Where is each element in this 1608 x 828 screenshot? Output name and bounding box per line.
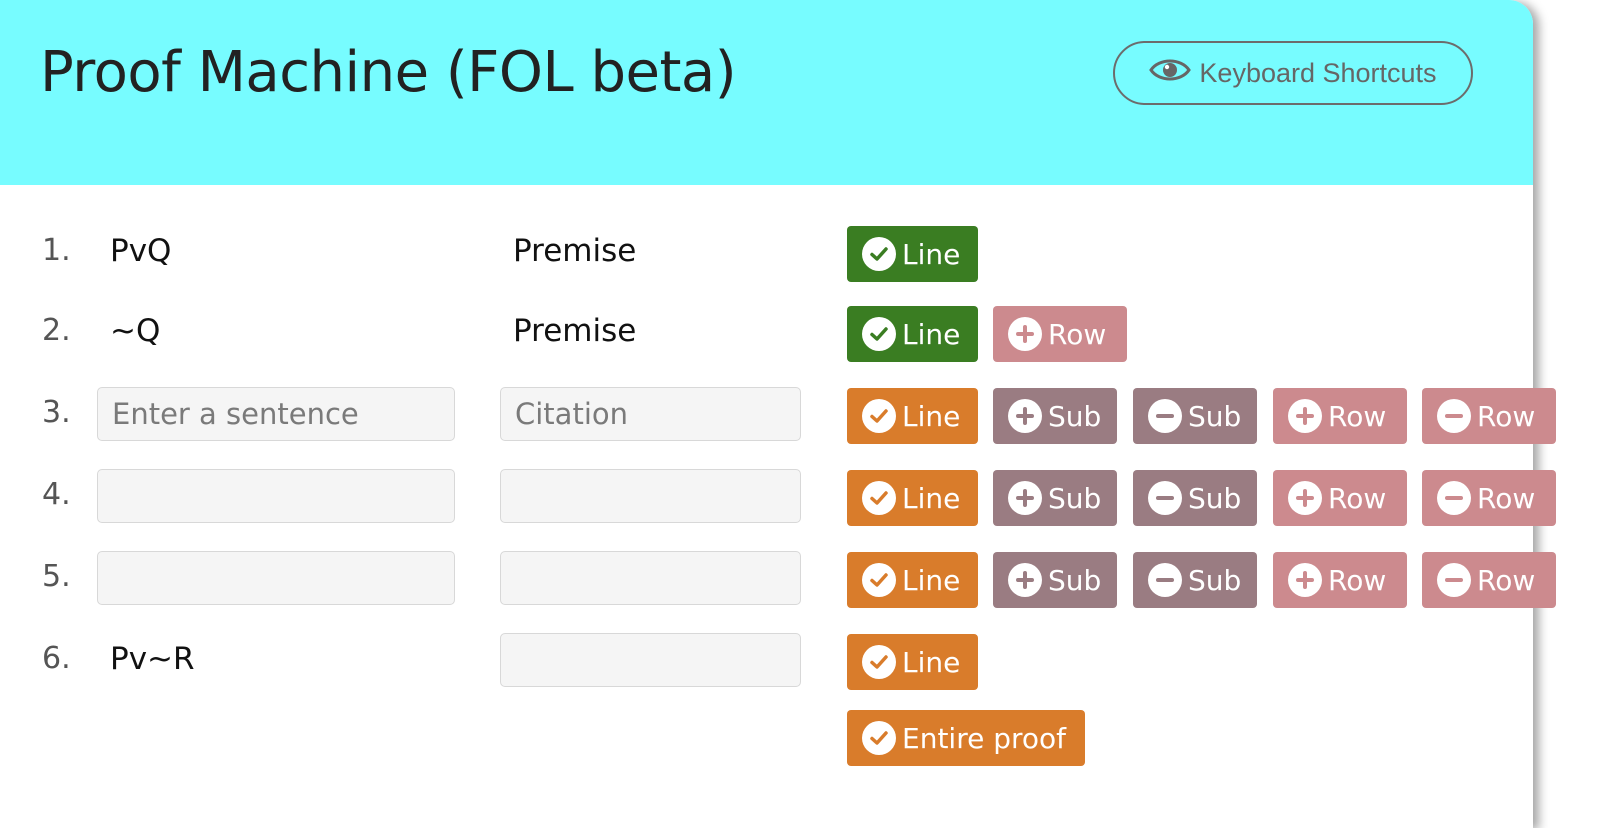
add-subproof-button[interactable]: Sub	[993, 552, 1117, 608]
line-number: 4.	[42, 477, 71, 512]
plus-circle-icon	[1008, 399, 1042, 433]
line-button-label: Line	[902, 481, 961, 515]
line-number: 5.	[42, 559, 71, 594]
add-subproof-button[interactable]: Sub	[993, 470, 1117, 526]
minus-circle-icon	[1437, 481, 1471, 515]
line-number: 1.	[42, 233, 71, 268]
sub-button-label: Sub	[1188, 481, 1242, 515]
sub-button-label: Sub	[1048, 399, 1102, 433]
remove-row-button[interactable]: Row	[1422, 470, 1556, 526]
check-line-button[interactable]: Line	[847, 226, 978, 282]
check-entire-proof-button[interactable]: Entire proof	[847, 710, 1085, 766]
citation-text: Premise	[513, 313, 637, 349]
keyboard-shortcuts-button[interactable]: Keyboard Shortcuts	[1113, 41, 1473, 105]
citation-input[interactable]	[500, 469, 801, 523]
remove-subproof-button[interactable]: Sub	[1133, 552, 1257, 608]
plus-circle-icon	[1288, 481, 1322, 515]
add-row-button[interactable]: Row	[1273, 470, 1407, 526]
check-line-button[interactable]: Line	[847, 388, 978, 444]
sentence-text: PvQ	[110, 233, 172, 269]
add-row-button[interactable]: Row	[1273, 552, 1407, 608]
plus-circle-icon	[1008, 317, 1042, 351]
proof-machine-panel: Proof Machine (FOL beta) Keyboard Shortc…	[0, 0, 1556, 828]
citation-input[interactable]	[500, 551, 801, 605]
page-title: Proof Machine (FOL beta)	[40, 40, 737, 105]
check-circle-icon	[862, 399, 896, 433]
sentence-input[interactable]	[97, 469, 455, 523]
add-subproof-button[interactable]: Sub	[993, 388, 1117, 444]
add-row-button[interactable]: Row	[993, 306, 1127, 362]
sentence-text: Pv~R	[110, 641, 195, 677]
check-circle-icon	[862, 563, 896, 597]
row-button-label: Row	[1328, 399, 1387, 433]
sentence-input[interactable]	[97, 387, 455, 441]
minus-circle-icon	[1437, 399, 1471, 433]
row-button-label: Row	[1477, 481, 1536, 515]
sub-button-label: Sub	[1048, 563, 1102, 597]
eye-icon	[1149, 54, 1192, 93]
check-circle-icon	[862, 317, 896, 351]
remove-subproof-button[interactable]: Sub	[1133, 470, 1257, 526]
row-button-label: Row	[1477, 563, 1536, 597]
plus-circle-icon	[1288, 563, 1322, 597]
row-button-label: Row	[1328, 563, 1387, 597]
add-row-button[interactable]: Row	[1273, 388, 1407, 444]
sentence-input[interactable]	[97, 551, 455, 605]
line-number: 6.	[42, 641, 71, 676]
sub-button-label: Sub	[1188, 563, 1242, 597]
row-button-label: Row	[1048, 317, 1107, 351]
plus-circle-icon	[1008, 563, 1042, 597]
check-line-button[interactable]: Line	[847, 552, 978, 608]
citation-text: Premise	[513, 233, 637, 269]
check-circle-icon	[862, 237, 896, 271]
check-line-button[interactable]: Line	[847, 634, 978, 690]
entire-proof-label: Entire proof	[902, 721, 1067, 755]
keyboard-shortcuts-label: Keyboard Shortcuts	[1199, 57, 1437, 88]
line-button-label: Line	[902, 237, 961, 271]
row-button-label: Row	[1477, 399, 1536, 433]
remove-row-button[interactable]: Row	[1422, 552, 1556, 608]
citation-input[interactable]	[500, 633, 801, 687]
line-button-label: Line	[902, 317, 961, 351]
line-number: 2.	[42, 313, 71, 348]
line-number: 3.	[42, 395, 71, 430]
minus-circle-icon	[1437, 563, 1471, 597]
remove-subproof-button[interactable]: Sub	[1133, 388, 1257, 444]
check-circle-icon	[862, 645, 896, 679]
plus-circle-icon	[1008, 481, 1042, 515]
remove-row-button[interactable]: Row	[1422, 388, 1556, 444]
line-button-label: Line	[902, 563, 961, 597]
check-circle-icon	[862, 481, 896, 515]
plus-circle-icon	[1288, 399, 1322, 433]
line-button-label: Line	[902, 645, 961, 679]
minus-circle-icon	[1148, 481, 1182, 515]
citation-input[interactable]	[500, 387, 801, 441]
minus-circle-icon	[1148, 399, 1182, 433]
sub-button-label: Sub	[1048, 481, 1102, 515]
row-button-label: Row	[1328, 481, 1387, 515]
sentence-text: ~Q	[110, 313, 161, 349]
check-line-button[interactable]: Line	[847, 306, 978, 362]
sub-button-label: Sub	[1188, 399, 1242, 433]
line-button-label: Line	[902, 399, 961, 433]
minus-circle-icon	[1148, 563, 1182, 597]
check-circle-icon	[862, 721, 896, 755]
check-line-button[interactable]: Line	[847, 470, 978, 526]
header-bar: Proof Machine (FOL beta) Keyboard Shortc…	[0, 0, 1533, 185]
